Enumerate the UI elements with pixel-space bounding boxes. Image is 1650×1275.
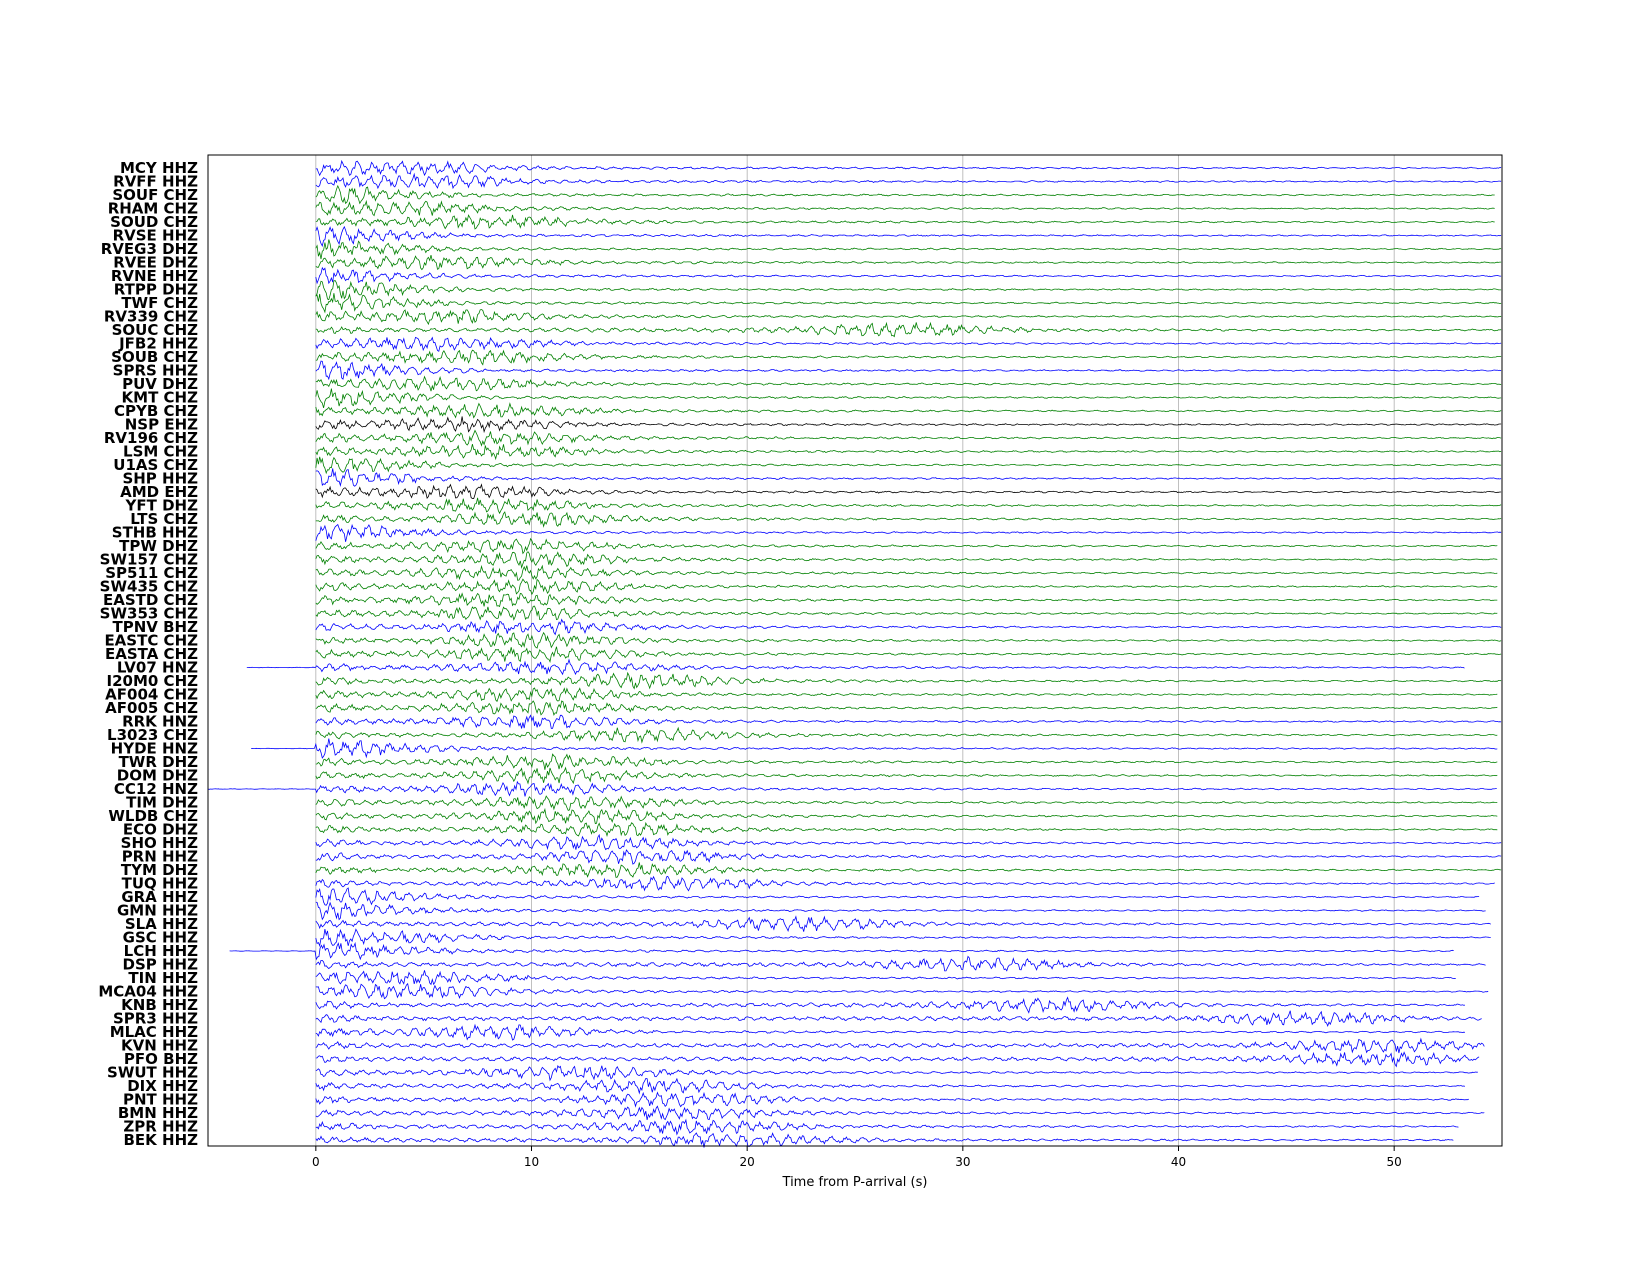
trace-line (315, 1077, 1465, 1095)
trace-line (315, 349, 1502, 366)
trace-line (315, 982, 1489, 1000)
trace-line (315, 646, 1502, 663)
trace-line (315, 970, 1456, 986)
trace-line (315, 511, 1502, 528)
trace-line (315, 887, 1480, 906)
x-tick-label: 50 (1387, 1155, 1402, 1169)
trace-line (315, 293, 1502, 314)
trace-line (315, 726, 1498, 744)
trace-line (315, 214, 1495, 230)
trace-line (315, 184, 1495, 205)
x-tick-label: 30 (955, 1155, 970, 1169)
trace-line (315, 429, 1502, 447)
trace-line (315, 172, 1502, 190)
trace-line (315, 700, 1498, 716)
trace-line (315, 795, 1498, 811)
x-tick-label: 40 (1171, 1155, 1186, 1169)
trace-line (207, 780, 1497, 797)
trace-line (315, 862, 1502, 878)
trace-line (315, 996, 1465, 1014)
trace-line (315, 388, 1502, 409)
trace-line (315, 360, 1502, 381)
trace-line (315, 1105, 1485, 1121)
trace-line (315, 1051, 1480, 1068)
trace-line (315, 497, 1502, 515)
trace-line (315, 821, 1498, 838)
trace-line (315, 456, 1502, 475)
trace-line (315, 671, 1502, 690)
trace-line (315, 523, 1502, 542)
trace-line (315, 564, 1498, 581)
trace-line (315, 1023, 1465, 1041)
trace-line (315, 714, 1502, 729)
trace-line (315, 402, 1502, 419)
trace-line (315, 309, 1502, 326)
trace-line (315, 199, 1495, 217)
trace-line (315, 833, 1502, 851)
trace-line (315, 1010, 1482, 1028)
x-tick-label: 0 (312, 1155, 320, 1169)
station-label: BEK HHZ (123, 1131, 198, 1149)
trace-line (315, 875, 1495, 892)
seismogram-plot: MCY HHZRVFF HHZSOUF CHZRHAM CHZSOUD CHZR… (98, 154, 1503, 1190)
trace-line (315, 631, 1502, 649)
trace-line (315, 578, 1498, 596)
trace-line (315, 468, 1502, 487)
trace-line (315, 849, 1502, 865)
trace-line (315, 255, 1502, 271)
trace-line (315, 280, 1502, 301)
x-axis-label: Time from P-arrival (s) (782, 1175, 928, 1190)
trace-line (246, 658, 1465, 676)
trace-line (315, 266, 1502, 285)
trace-line (315, 592, 1498, 608)
trace-line (315, 321, 1502, 338)
trace-line (315, 1065, 1478, 1082)
trace-line (315, 901, 1486, 921)
trace-line (315, 687, 1498, 703)
trace-line (315, 1037, 1485, 1054)
trace-line (315, 483, 1502, 500)
trace-line (315, 239, 1502, 260)
x-tick-label: 10 (524, 1155, 539, 1169)
trace-line (315, 159, 1502, 177)
trace-line (315, 336, 1502, 352)
trace-line (315, 753, 1498, 770)
trace-line (315, 225, 1502, 248)
trace-line (315, 618, 1502, 636)
trace-line (251, 738, 1498, 759)
trace-line (315, 1091, 1469, 1108)
trace-line (315, 955, 1486, 972)
trace-line (315, 915, 1491, 933)
trace-line (315, 605, 1498, 621)
trace-line (315, 444, 1502, 461)
traces (207, 159, 1502, 1148)
station-labels: MCY HHZRVFF HHZSOUF CHZRHAM CHZSOUD CHZR… (98, 159, 198, 1149)
trace-line (315, 766, 1498, 785)
x-tick-label: 20 (740, 1155, 755, 1169)
trace-line (315, 416, 1502, 434)
x-axis: 0 10 20 30 40 50 (312, 1146, 1402, 1169)
trace-line (315, 551, 1498, 570)
trace-line (315, 1132, 1454, 1148)
trace-line (315, 375, 1502, 392)
trace-line (315, 807, 1498, 825)
trace-line (315, 928, 1491, 947)
trace-line (315, 1118, 1459, 1136)
trace-line (229, 941, 1454, 961)
trace-line (315, 537, 1498, 555)
